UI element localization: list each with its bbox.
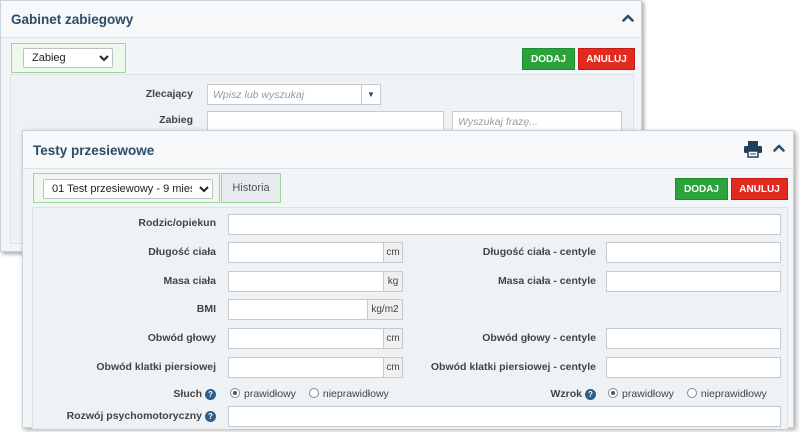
help-icon[interactable]: ?	[585, 389, 596, 400]
ordering-input[interactable]	[207, 84, 362, 105]
radio-label: nieprawidłowy	[322, 388, 389, 400]
vision-normal-radio[interactable]	[608, 388, 618, 398]
help-icon[interactable]: ?	[205, 389, 216, 400]
panel-title: Gabinet zabiegowy	[11, 12, 134, 27]
guardian-label: Rodzic/opiekun	[138, 217, 216, 229]
head-centile-label: Obwód głowy - centyle	[482, 332, 596, 344]
chest-centile-label: Obwód klatki piersiowej - centyle	[430, 361, 596, 373]
print-icon[interactable]	[743, 140, 763, 158]
mass-centile-input[interactable]	[606, 271, 781, 292]
vision-radio-group: prawidłowy nieprawidłowy	[608, 388, 777, 402]
phrase-search-input[interactable]	[452, 111, 622, 132]
ordering-label: Zlecający	[145, 88, 193, 100]
procedure-label: Zabieg	[159, 114, 193, 126]
mass-input[interactable]	[228, 271, 384, 292]
head-centile-input[interactable]	[606, 328, 781, 349]
dropdown-arrow-icon[interactable]: ▼	[361, 84, 381, 105]
cancel-button[interactable]: ANULUJ	[578, 48, 635, 70]
length-label: Długość ciała	[148, 246, 216, 258]
chest-circumference-label: Obwód klatki piersiowej	[96, 361, 216, 373]
cancel-button[interactable]: ANULUJ	[731, 178, 788, 200]
hearing-label: Słuch?	[33, 388, 216, 400]
vision-label: Wzrok?	[413, 388, 596, 400]
chevron-up-icon[interactable]	[621, 11, 635, 25]
tab-history[interactable]: Historia	[221, 173, 281, 203]
radio-label: prawidłowy	[622, 388, 674, 400]
psychomotor-input[interactable]	[228, 406, 781, 427]
chest-centile-input[interactable]	[606, 357, 781, 378]
length-centile-input[interactable]	[606, 242, 781, 263]
hearing-label-text: Słuch	[173, 388, 202, 400]
help-icon[interactable]: ?	[205, 411, 216, 422]
screening-test-select[interactable]: 01 Test przesiewowy - 9 miesięcy	[43, 179, 213, 199]
head-circumference-input[interactable]	[228, 328, 384, 349]
chevron-up-icon[interactable]	[772, 141, 786, 155]
screening-form: Rodzic/opiekun Długość ciała cm Długość …	[32, 207, 788, 429]
bmi-input[interactable]	[228, 299, 368, 320]
screening-tests-panel: Testy przesiewowe 01 Test przesiewowy - …	[22, 130, 794, 429]
radio-label: nieprawidłowy	[700, 388, 767, 400]
unit-cm: cm	[383, 328, 403, 349]
panel-header: Testy przesiewowe	[23, 131, 793, 169]
length-input[interactable]	[228, 242, 384, 263]
hearing-radio-group: prawidłowy nieprawidłowy	[230, 388, 399, 402]
unit-kg: kg	[383, 271, 403, 292]
vision-label-text: Wzrok	[550, 388, 583, 400]
chest-circumference-input[interactable]	[228, 357, 384, 378]
mass-label: Masa ciała	[163, 275, 216, 287]
add-button[interactable]: DODAJ	[522, 48, 575, 70]
length-centile-label: Długość ciała - centyle	[482, 246, 596, 258]
procedure-input[interactable]	[207, 111, 444, 132]
procedure-type-select[interactable]: Zabieg	[23, 48, 113, 68]
unit-bmi: kg/m2	[367, 299, 403, 320]
vision-abnormal-radio[interactable]	[686, 388, 697, 398]
guardian-input[interactable]	[228, 214, 781, 235]
hearing-abnormal-radio[interactable]	[308, 388, 319, 398]
psychomotor-label: Rozwój psychomotoryczny?	[33, 410, 216, 422]
head-circumference-label: Obwód głowy	[147, 332, 216, 344]
bmi-label: BMI	[196, 303, 216, 315]
psychomotor-label-text: Rozwój psychomotoryczny	[66, 410, 202, 422]
mass-centile-label: Masa ciała - centyle	[497, 275, 596, 287]
radio-label: prawidłowy	[244, 388, 296, 400]
hearing-normal-radio[interactable]	[230, 388, 240, 398]
unit-cm: cm	[383, 242, 403, 263]
panel-title: Testy przesiewowe	[33, 143, 155, 158]
add-button[interactable]: DODAJ	[675, 178, 728, 200]
panel-header: Gabinet zabiegowy	[1, 1, 641, 38]
unit-cm: cm	[383, 357, 403, 378]
